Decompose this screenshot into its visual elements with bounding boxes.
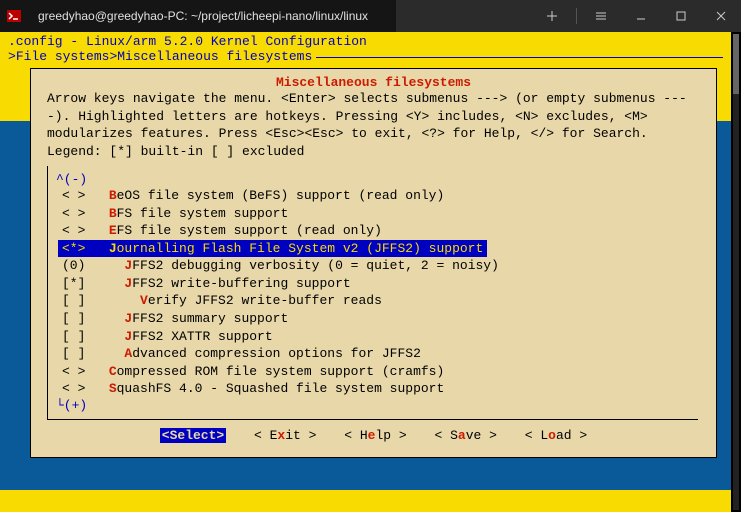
menu-item[interactable]: [ ] JFFS2 summary support (58, 310, 698, 328)
window-tab[interactable]: greedyhao@greedyhao-PC: ~/project/lichee… (28, 0, 396, 32)
menu-item[interactable]: < > EFS file system support (read only) (58, 222, 698, 240)
menu-item[interactable]: [ ] Advanced compression options for JFF… (58, 345, 698, 363)
menu-item[interactable]: (0) JFFS2 debugging verbosity (0 = quiet… (58, 257, 698, 275)
help-text: Arrow keys navigate the menu. <Enter> se… (41, 90, 706, 160)
exit-button[interactable]: < Exit > (254, 428, 316, 443)
menu-item[interactable]: < > BeOS file system (BeFS) support (rea… (58, 187, 698, 205)
new-tab-button[interactable] (532, 0, 572, 32)
menu-item[interactable]: [ ] JFFS2 XATTR support (58, 328, 698, 346)
terminal-screen: .config - Linux/arm 5.2.0 Kernel Configu… (0, 32, 731, 512)
divider (576, 8, 577, 24)
button-bar: <Select> < Exit > < Help > < Save > < Lo… (41, 426, 706, 447)
scroll-down-indicator: └(+) (56, 398, 698, 413)
hotkey-letter: B (109, 206, 117, 221)
menu-item[interactable]: < > Compressed ROM file system support (… (58, 363, 698, 381)
window-titlebar: greedyhao@greedyhao-PC: ~/project/lichee… (0, 0, 741, 32)
scroll-up-indicator: ^(-) (56, 172, 698, 187)
scrollbar[interactable] (733, 34, 739, 510)
hotkey-letter: J (109, 241, 117, 256)
close-button[interactable] (701, 0, 741, 32)
select-button[interactable]: <Select> (160, 428, 226, 443)
hotkey-letter: V (140, 293, 148, 308)
breadcrumb: > File systems > Miscellaneous filesyste… (8, 49, 723, 64)
hotkey-letter: E (109, 223, 117, 238)
menu-item[interactable]: < > BFS file system support (58, 205, 698, 223)
hotkey-letter: B (109, 188, 117, 203)
load-button[interactable]: < Load > (525, 428, 587, 443)
option-list[interactable]: ^(-) < > BeOS file system (BeFS) support… (47, 166, 698, 420)
menu-button[interactable] (581, 0, 621, 32)
maximize-button[interactable] (661, 0, 701, 32)
hotkey-letter: S (109, 381, 117, 396)
menu-item[interactable]: [ ] Verify JFFS2 write-buffer reads (58, 292, 698, 310)
scrollbar-thumb[interactable] (733, 34, 739, 94)
minimize-button[interactable] (621, 0, 661, 32)
menu-item[interactable]: <*> Journalling Flash File System v2 (JF… (58, 240, 487, 258)
menu-item[interactable]: [*] JFFS2 write-buffering support (58, 275, 698, 293)
menuconfig-panel: Miscellaneous filesystems Arrow keys nav… (30, 68, 717, 458)
hotkey-letter: C (109, 364, 117, 379)
menu-item[interactable]: < > SquashFS 4.0 - Squashed file system … (58, 380, 698, 398)
panel-title: Miscellaneous filesystems (41, 75, 706, 90)
save-button[interactable]: < Save > (435, 428, 497, 443)
config-title: .config - Linux/arm 5.2.0 Kernel Configu… (8, 34, 723, 49)
help-button[interactable]: < Help > (344, 428, 406, 443)
terminal-icon (0, 0, 28, 32)
